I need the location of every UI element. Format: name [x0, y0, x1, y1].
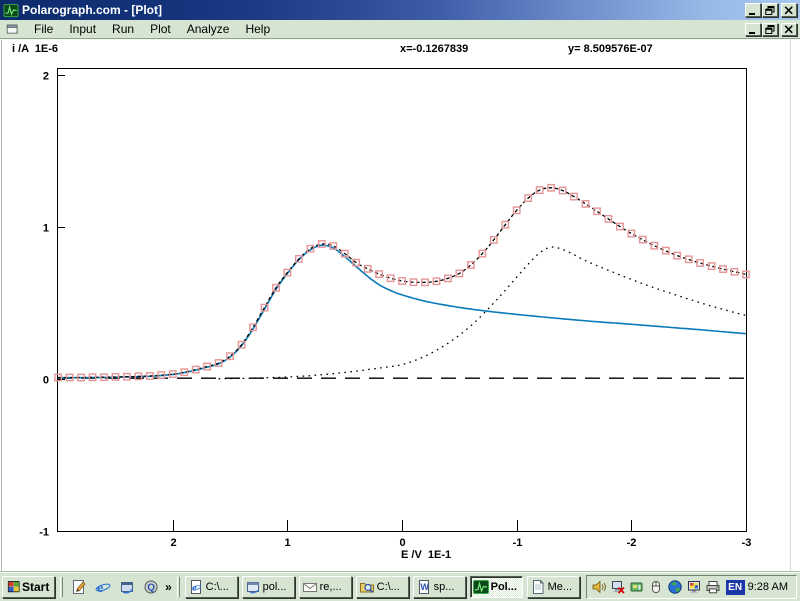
child-close-button[interactable] — [781, 23, 797, 36]
task-button-envelope[interactable]: re,... — [299, 576, 352, 598]
y-tick-label: 0 — [43, 375, 49, 387]
minimize-button[interactable] — [745, 3, 761, 17]
cursor-x-readout: x=-0.1267839 — [400, 43, 468, 55]
polarograph-icon — [473, 579, 489, 595]
display-icon[interactable] — [686, 579, 702, 595]
taskbar-grip[interactable] — [60, 577, 63, 597]
menu-item-run[interactable]: Run — [104, 21, 142, 37]
svg-text:e: e — [97, 581, 103, 595]
task-label: Me... — [548, 581, 572, 593]
menu-item-analyze[interactable]: Analyze — [179, 21, 238, 37]
window-controls — [744, 3, 797, 17]
app-window-icon — [245, 579, 261, 595]
app-icon — [3, 3, 19, 18]
series-measured-data-markers — [55, 185, 749, 381]
restore-button[interactable] — [762, 3, 778, 17]
taskbar-clock: 9:28 AM — [748, 581, 792, 593]
taskbar-grip[interactable] — [177, 577, 180, 597]
menu: FileInputRunPlotAnalyzeHelp — [26, 21, 278, 37]
x-tick-label: 0 — [399, 537, 405, 549]
x-tick-label: -2 — [627, 537, 637, 549]
task-button-document[interactable]: Me... — [527, 576, 580, 598]
quick-launch-bar: eQ — [66, 577, 163, 598]
x-tick-label: 2 — [170, 537, 176, 549]
child-window-controls — [744, 23, 797, 36]
close-button[interactable] — [781, 3, 797, 17]
child-window-icon — [5, 23, 20, 36]
child-minimize-button[interactable] — [745, 23, 761, 36]
task-label: Pol... — [491, 581, 517, 593]
mouse-icon[interactable] — [648, 579, 664, 595]
task-label: sp... — [434, 581, 455, 593]
system-tray: EN 9:28 AM — [586, 575, 797, 599]
x-tick-label: 1 — [284, 537, 290, 549]
search-folder-icon — [359, 579, 375, 595]
task-button-search-folder[interactable]: C:\... — [356, 576, 409, 598]
plot-frame — [58, 69, 747, 532]
quick-launch-media-circle-icon[interactable]: Q — [140, 577, 161, 598]
menubar: FileInputRunPlotAnalyzeHelp — [0, 20, 800, 39]
task-button-area: eC:\...pol...re,...C:\...Wsp...Pol...Me.… — [185, 576, 580, 598]
x-tick-label: -1 — [513, 537, 523, 549]
quick-launch-internet-explorer-icon[interactable]: e — [92, 577, 113, 598]
task-label: C:\... — [377, 581, 400, 593]
globe-icon[interactable] — [667, 579, 683, 595]
printer-icon[interactable] — [705, 579, 721, 595]
task-button-ie-page[interactable]: eC:\... — [185, 576, 238, 598]
menu-item-help[interactable]: Help — [237, 21, 278, 37]
start-label: Start — [22, 580, 49, 594]
tray-icons — [591, 579, 721, 595]
series-component-2 — [219, 247, 746, 379]
menu-item-file[interactable]: File — [26, 21, 61, 37]
series-component-1 — [58, 245, 746, 378]
menu-item-plot[interactable]: Plot — [142, 21, 179, 37]
task-label: C:\... — [206, 581, 229, 593]
svg-text:W: W — [420, 582, 429, 592]
y-tick-label: 2 — [43, 71, 49, 83]
task-label: pol... — [263, 581, 287, 593]
svg-text:Q: Q — [147, 583, 155, 594]
quick-launch-compose-doc-icon[interactable] — [68, 577, 89, 598]
x-axis-title: E /V 1E-1 — [401, 549, 451, 561]
cursor-y-readout: y= 8.509576E-07 — [568, 43, 653, 55]
window-title: Polarograph.com - [Plot] — [22, 3, 744, 17]
series-total-fit — [58, 188, 746, 378]
child-restore-button[interactable] — [762, 23, 778, 36]
task-button-polarograph[interactable]: Pol... — [470, 576, 523, 598]
document-icon — [530, 579, 546, 595]
y-tick-label: -1 — [39, 527, 49, 539]
x-tick-label: -3 — [742, 537, 752, 549]
taskbar: Start eQ » eC:\...pol...re,...C:\...Wsp.… — [0, 572, 800, 601]
windows-logo-icon — [5, 579, 22, 595]
language-indicator[interactable]: EN — [726, 580, 745, 595]
start-button[interactable]: Start — [2, 576, 55, 598]
volume-icon[interactable] — [591, 579, 607, 595]
ie-page-icon: e — [188, 579, 204, 595]
plot-client-area: 2 1 0 -1 -2 -3 2 1 0 -1 i /A 1E-6 x=-0.1267839 y=… — [0, 39, 800, 572]
task-button-word-doc[interactable]: Wsp... — [413, 576, 466, 598]
y-tick-label: 1 — [43, 223, 49, 235]
plot-canvas[interactable]: 2 1 0 -1 -2 -3 2 1 0 -1 — [0, 39, 800, 572]
quick-launch-outlook-window-icon[interactable] — [116, 577, 137, 598]
envelope-icon — [302, 579, 318, 595]
overflow-chevron-icon[interactable]: » — [163, 582, 174, 592]
titlebar: Polarograph.com - [Plot] — [0, 0, 800, 20]
word-doc-icon: W — [416, 579, 432, 595]
y-axis-title: i /A 1E-6 — [12, 43, 58, 55]
task-label: re,... — [320, 581, 342, 593]
menu-item-input[interactable]: Input — [61, 21, 104, 37]
network-error-icon[interactable] — [610, 579, 626, 595]
task-button-app-window[interactable]: pol... — [242, 576, 295, 598]
card-icon[interactable] — [629, 579, 645, 595]
